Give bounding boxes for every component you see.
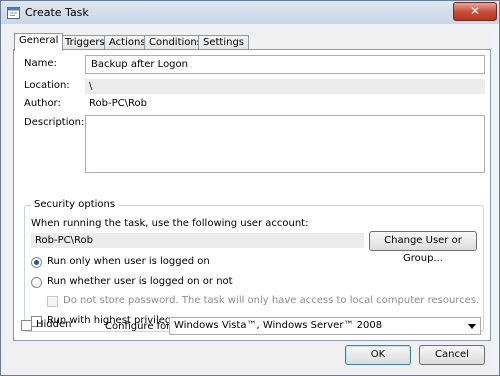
- location-label: Location:: [24, 80, 70, 91]
- configure-for-label: Configure for:: [105, 321, 174, 332]
- account-prompt: When running the task, use the following…: [31, 218, 309, 229]
- tab-general[interactable]: General: [14, 33, 64, 51]
- ok-button[interactable]: OK: [345, 345, 411, 365]
- tab-triggers[interactable]: Triggers: [60, 35, 110, 50]
- title-bar[interactable]: Create Task ✕: [1, 1, 499, 24]
- change-user-button[interactable]: Change User or Group...: [369, 231, 477, 264]
- general-tab-panel: Name: Backup after Logon Location: \ Aut…: [13, 49, 491, 341]
- description-label: Description:: [24, 117, 85, 128]
- chevron-down-icon: [468, 324, 476, 329]
- do-not-store-password-checkbox[interactable]: [47, 296, 58, 307]
- security-options-group: Security options When running the task, …: [24, 199, 484, 332]
- author-label: Author:: [24, 98, 61, 109]
- run-only-logged-on-radio[interactable]: [31, 257, 42, 268]
- name-label: Name:: [24, 58, 57, 69]
- description-field[interactable]: [85, 115, 485, 173]
- window-title: Create Task: [25, 6, 89, 19]
- configure-for-select[interactable]: Windows Vista™, Windows Server™ 2008: [169, 317, 481, 335]
- hidden-checkbox[interactable]: [21, 320, 32, 331]
- configure-for-value: Windows Vista™, Windows Server™ 2008: [174, 320, 383, 331]
- run-whether-logged-on-radio[interactable]: [31, 277, 42, 288]
- user-account-value: Rob-PC\Rob: [31, 233, 364, 248]
- name-field[interactable]: Backup after Logon: [85, 55, 485, 74]
- tab-settings[interactable]: Settings: [198, 35, 250, 50]
- run-only-logged-on-label[interactable]: Run only when user is logged on: [47, 256, 210, 267]
- dialog-body: General Triggers Actions Conditions Sett…: [7, 31, 493, 371]
- create-task-window: Create Task ✕ General Triggers Actions C…: [0, 0, 500, 376]
- author-value: Rob-PC\Rob: [89, 98, 147, 109]
- location-value: \: [85, 79, 485, 94]
- cancel-button[interactable]: Cancel: [419, 345, 485, 365]
- close-button[interactable]: ✕: [453, 2, 497, 21]
- hidden-label[interactable]: Hidden: [36, 319, 71, 330]
- security-options-title: Security options: [31, 199, 119, 210]
- run-whether-logged-on-label[interactable]: Run whether user is logged on or not: [47, 276, 233, 287]
- task-scheduler-icon: [7, 7, 20, 19]
- do-not-store-password-label: Do not store password. The task will onl…: [63, 295, 480, 306]
